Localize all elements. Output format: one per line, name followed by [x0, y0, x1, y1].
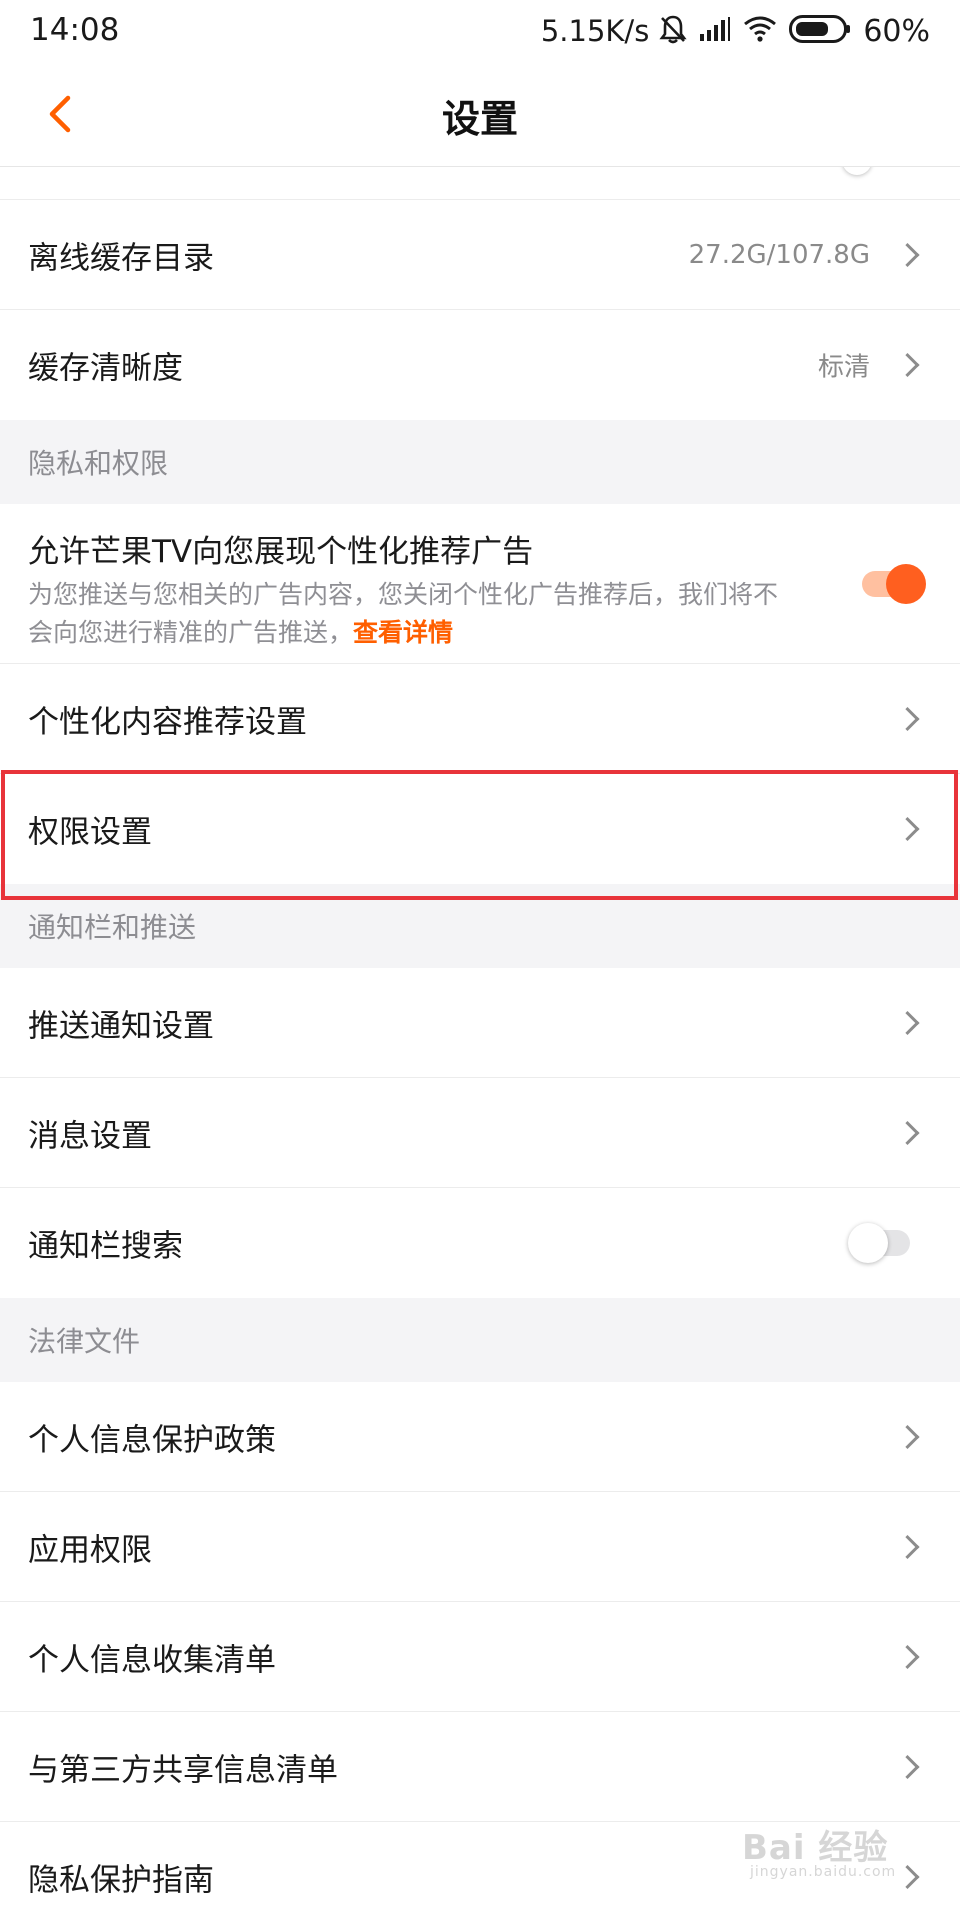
chevron-right-icon	[895, 352, 920, 378]
chevron-right-icon	[895, 242, 920, 267]
partial-row	[0, 167, 960, 200]
row-label: 允许芒果TV向您展现个性化推荐广告	[28, 534, 534, 570]
personalized-ads-row: 允许芒果TV向您展现个性化推荐广告 为您推送与您相关的广告内容，您关闭个性化广告…	[0, 504, 960, 664]
chevron-right-icon	[895, 1534, 920, 1559]
row-label: 隐私保护指南	[28, 1862, 214, 1899]
toggle-peek	[842, 167, 872, 175]
section-header-privacy: 隐私和权限	[0, 420, 960, 504]
row-value: 27.2G/107.8G	[688, 239, 870, 270]
row-label: 缓存清晰度	[28, 350, 183, 387]
settings-list: 离线缓存目录 27.2G/107.8G 缓存清晰度 标清 隐私和权限 允许芒果T…	[0, 167, 960, 1932]
battery-percent: 60%	[863, 13, 930, 49]
wifi-icon	[743, 15, 777, 47]
section-header-legal: 法律文件	[0, 1298, 960, 1382]
section-title: 通知栏和推送	[28, 911, 197, 944]
status-time: 14:08	[30, 12, 120, 48]
chevron-right-icon	[895, 1754, 920, 1779]
nav-bar: 设置	[0, 62, 960, 167]
legal-item-privacy-policy[interactable]: 个人信息保护政策	[0, 1382, 960, 1492]
notification-search-row: 通知栏搜索	[0, 1188, 960, 1298]
push-settings-row[interactable]: 推送通知设置	[0, 968, 960, 1078]
watermark-logo: Bai 经验 jingyan.baidu.com	[742, 1820, 942, 1890]
status-indicators: 5.15K/s 60%	[541, 12, 930, 50]
status-bar: 14:08 5.15K/s 60%	[0, 0, 960, 62]
cache-quality-row[interactable]: 缓存清晰度 标清	[0, 310, 960, 420]
watermark-main: Bai 经验	[742, 1828, 889, 1868]
personalized-ads-toggle[interactable]	[848, 563, 926, 604]
row-label: 通知栏搜索	[28, 1228, 183, 1265]
offline-cache-row[interactable]: 离线缓存目录 27.2G/107.8G	[0, 200, 960, 310]
notification-search-toggle[interactable]	[848, 1223, 926, 1263]
legal-item-third-party-list[interactable]: 与第三方共享信息清单	[0, 1712, 960, 1822]
network-speed: 5.15K/s	[540, 14, 650, 48]
chevron-right-icon	[895, 1120, 920, 1145]
row-label: 推送通知设置	[28, 1008, 214, 1044]
chevron-right-icon	[895, 1644, 920, 1669]
row-label: 应用权限	[28, 1532, 152, 1568]
row-label: 个人信息收集清单	[28, 1642, 276, 1678]
row-value: 标清	[817, 352, 870, 383]
section-title: 法律文件	[28, 1325, 141, 1358]
legal-item-collection-list[interactable]: 个人信息收集清单	[0, 1602, 960, 1712]
content-recommend-row[interactable]: 个性化内容推荐设置	[0, 664, 960, 774]
row-description: 为您推送与您相关的广告内容，您关闭个性化广告推荐后，我们将不会向您进行精准的广告…	[28, 576, 788, 652]
battery-icon	[789, 15, 851, 47]
mute-bell-icon	[659, 14, 687, 48]
row-label: 离线缓存目录	[28, 240, 214, 276]
row-label: 权限设置	[28, 814, 152, 851]
row-label: 个人信息保护政策	[28, 1422, 276, 1458]
permission-settings-row[interactable]: 权限设置	[0, 774, 960, 884]
chevron-right-icon	[895, 706, 920, 731]
section-header-notifications: 通知栏和推送	[0, 884, 960, 968]
chevron-right-icon	[895, 1010, 920, 1035]
signal-icon	[699, 16, 731, 46]
legal-item-app-permissions[interactable]: 应用权限	[0, 1492, 960, 1602]
page-title: 设置	[441, 97, 518, 141]
watermark-sub: jingyan.baidu.com	[750, 1864, 897, 1880]
row-label: 消息设置	[28, 1118, 152, 1154]
toggle-knob	[848, 1223, 888, 1263]
view-details-link[interactable]: 查看详情	[353, 618, 453, 647]
section-title: 隐私和权限	[28, 447, 169, 480]
message-settings-row[interactable]: 消息设置	[0, 1078, 960, 1188]
toggle-knob	[886, 563, 926, 604]
row-label: 与第三方共享信息清单	[28, 1752, 338, 1788]
chevron-right-icon	[895, 816, 920, 842]
chevron-right-icon	[895, 1424, 920, 1449]
row-label: 个性化内容推荐设置	[28, 704, 307, 740]
